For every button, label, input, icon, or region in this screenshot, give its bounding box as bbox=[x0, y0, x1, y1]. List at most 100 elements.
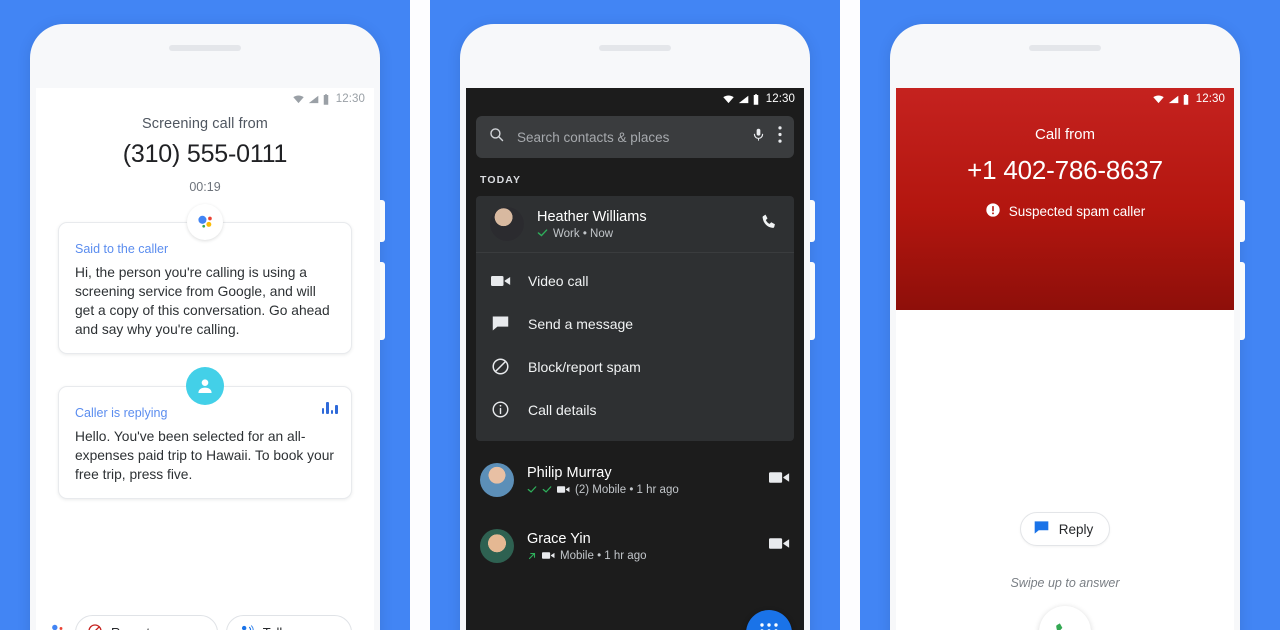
status-clock: 12:30 bbox=[1195, 93, 1225, 105]
avatar bbox=[490, 207, 524, 241]
earpiece-speaker bbox=[1029, 45, 1101, 51]
assistant-message-bubble: Said to the caller Hi, the person you're… bbox=[58, 222, 352, 354]
video-camera-icon[interactable] bbox=[769, 470, 790, 490]
caller-message-text: Hello. You've been selected for an all-e… bbox=[75, 429, 334, 482]
signal-icon bbox=[738, 95, 749, 103]
caller-message-tag: Caller is replying bbox=[75, 406, 168, 420]
wifi-icon bbox=[722, 94, 734, 103]
battery-icon bbox=[323, 93, 328, 105]
dialpad-icon bbox=[760, 623, 778, 630]
battery-icon bbox=[1183, 93, 1188, 105]
incoming-phone-number: +1 402-786-8637 bbox=[967, 155, 1163, 185]
contact-subtitle: Work • Now bbox=[553, 227, 614, 240]
contact-name: Heather Williams bbox=[537, 208, 647, 225]
answer-call-button[interactable] bbox=[1039, 606, 1091, 630]
screen-call-screening: 12:30 Screening call from (310) 555-0111… bbox=[36, 88, 374, 630]
screenshot-stage: 12:30 Screening call from (310) 555-0111… bbox=[0, 0, 1280, 630]
menu-item-label: Video call bbox=[528, 272, 589, 289]
avatar bbox=[480, 529, 514, 563]
menu-item-video-call[interactable]: Video call bbox=[476, 259, 794, 302]
menu-item-call-details[interactable]: Call details bbox=[476, 388, 794, 431]
tell-me-more-button[interactable]: Tell me more bbox=[225, 615, 353, 630]
video-camera-icon bbox=[542, 552, 555, 559]
person-icon bbox=[186, 367, 224, 405]
microphone-icon[interactable] bbox=[751, 126, 766, 149]
status-clock: 12:30 bbox=[765, 93, 795, 105]
search-bar[interactable]: Search contacts & places bbox=[476, 116, 794, 158]
call-log-subtitle-row: Mobile • 1 hr ago bbox=[527, 550, 756, 562]
video-camera-icon bbox=[490, 270, 511, 291]
call-log-row-philip-murray[interactable]: Philip Murray (2) Mobile • 1 hr ago bbox=[466, 453, 804, 507]
phone-frame-3: 12:30 Call from +1 402-786-8637 Suspecte… bbox=[890, 24, 1245, 630]
battery-icon bbox=[753, 93, 758, 105]
side-button-lower[interactable] bbox=[1240, 262, 1245, 340]
call-log-subtitle: Mobile • 1 hr ago bbox=[560, 549, 647, 562]
screen-incoming-call: 12:30 Call from +1 402-786-8637 Suspecte… bbox=[896, 88, 1234, 630]
video-camera-icon[interactable] bbox=[769, 536, 790, 556]
search-input-placeholder[interactable]: Search contacts & places bbox=[517, 130, 739, 145]
wifi-icon bbox=[1152, 94, 1164, 103]
side-button-upper[interactable] bbox=[1240, 200, 1245, 242]
avatar bbox=[480, 463, 514, 497]
assistant-message-wrap: Said to the caller Hi, the person you're… bbox=[58, 204, 352, 354]
info-circle-icon bbox=[490, 399, 511, 420]
outgoing-arrow-icon bbox=[527, 485, 537, 493]
google-assistant-icon-small bbox=[48, 621, 67, 630]
menu-item-label: Send a message bbox=[528, 315, 634, 332]
call-log-list: Philip Murray (2) Mobile • 1 hr ago Grac… bbox=[466, 453, 804, 573]
side-button-upper[interactable] bbox=[380, 200, 385, 242]
phone-icon bbox=[1055, 622, 1062, 630]
incoming-call-actions: Reply Swipe up to answer bbox=[896, 310, 1234, 630]
call-log-row-grace-yin[interactable]: Grace Yin Mobile • 1 hr ago bbox=[466, 519, 804, 573]
dialpad-fab-button[interactable] bbox=[746, 610, 792, 630]
spam-warning: Suspected spam caller bbox=[896, 202, 1234, 221]
signal-icon bbox=[308, 95, 319, 103]
side-button-lower[interactable] bbox=[810, 262, 815, 340]
screening-duration: 00:19 bbox=[189, 180, 221, 194]
contact-subtitle-row: Work • Now bbox=[537, 228, 747, 240]
tell-me-more-label: Tell me more bbox=[263, 625, 337, 630]
assistant-message-text: Hi, the person you're calling is using a… bbox=[75, 265, 330, 337]
report-as-spam-button[interactable]: Report as spam bbox=[75, 615, 218, 630]
menu-item-label: Call details bbox=[528, 401, 597, 418]
call-log-name: Philip Murray bbox=[527, 464, 612, 481]
menu-item-send-a-message[interactable]: Send a message bbox=[476, 302, 794, 345]
more-vert-icon[interactable] bbox=[778, 126, 782, 148]
phone-frame-1: 12:30 Screening call from (310) 555-0111… bbox=[30, 24, 385, 630]
outgoing-arrow-icon bbox=[528, 552, 536, 559]
audio-waveform-icon bbox=[321, 400, 338, 414]
menu-item-block-report-spam[interactable]: Block/report spam bbox=[476, 345, 794, 388]
phone-icon[interactable] bbox=[760, 212, 780, 237]
panel-divider-1 bbox=[410, 0, 430, 630]
spam-call-banner: 12:30 Call from +1 402-786-8637 Suspecte… bbox=[896, 88, 1234, 310]
earpiece-speaker bbox=[599, 45, 671, 51]
reply-label: Reply bbox=[1058, 521, 1094, 537]
incoming-from-label: Call from bbox=[1034, 126, 1095, 143]
side-button-lower[interactable] bbox=[380, 262, 385, 340]
caller-message-wrap: Caller is replying Hello. You've been se… bbox=[58, 367, 352, 499]
status-bar-3: 12:30 bbox=[896, 88, 1234, 110]
status-bar-1: 12:30 bbox=[36, 88, 374, 110]
screening-header: Screening call from (310) 555-0111 00:19 bbox=[36, 110, 374, 194]
outgoing-arrow-icon bbox=[542, 485, 552, 493]
section-header-today: TODAY bbox=[480, 174, 522, 186]
call-log-subtitle-row: (2) Mobile • 1 hr ago bbox=[527, 484, 756, 496]
contact-row-heather-williams[interactable]: Heather Williams Work • Now bbox=[476, 196, 794, 253]
exclamation-circle-icon bbox=[985, 202, 1001, 221]
side-button-upper[interactable] bbox=[810, 200, 815, 242]
contact-actions-menu: Video call Send a message Block/report s… bbox=[476, 253, 794, 441]
call-log-subtitle: (2) Mobile • 1 hr ago bbox=[575, 483, 679, 496]
phone-frame-2: 12:30 Search contacts & places TODAY Hea… bbox=[460, 24, 815, 630]
status-clock: 12:30 bbox=[335, 93, 365, 105]
panel-divider-2 bbox=[840, 0, 860, 630]
spam-warning-text: Suspected spam caller bbox=[1008, 204, 1146, 219]
reply-button[interactable]: Reply bbox=[1019, 512, 1111, 546]
report-as-spam-label: Report as spam bbox=[111, 625, 203, 630]
block-circle-icon bbox=[87, 623, 103, 630]
expanded-contact-card: Heather Williams Work • Now Video call S… bbox=[476, 196, 794, 441]
person-speaking-icon bbox=[238, 623, 255, 630]
panel-call-screening: 12:30 Screening call from (310) 555-0111… bbox=[0, 0, 410, 630]
status-bar-2: 12:30 bbox=[466, 88, 804, 110]
signal-icon bbox=[1168, 95, 1179, 103]
video-camera-icon bbox=[557, 486, 570, 493]
